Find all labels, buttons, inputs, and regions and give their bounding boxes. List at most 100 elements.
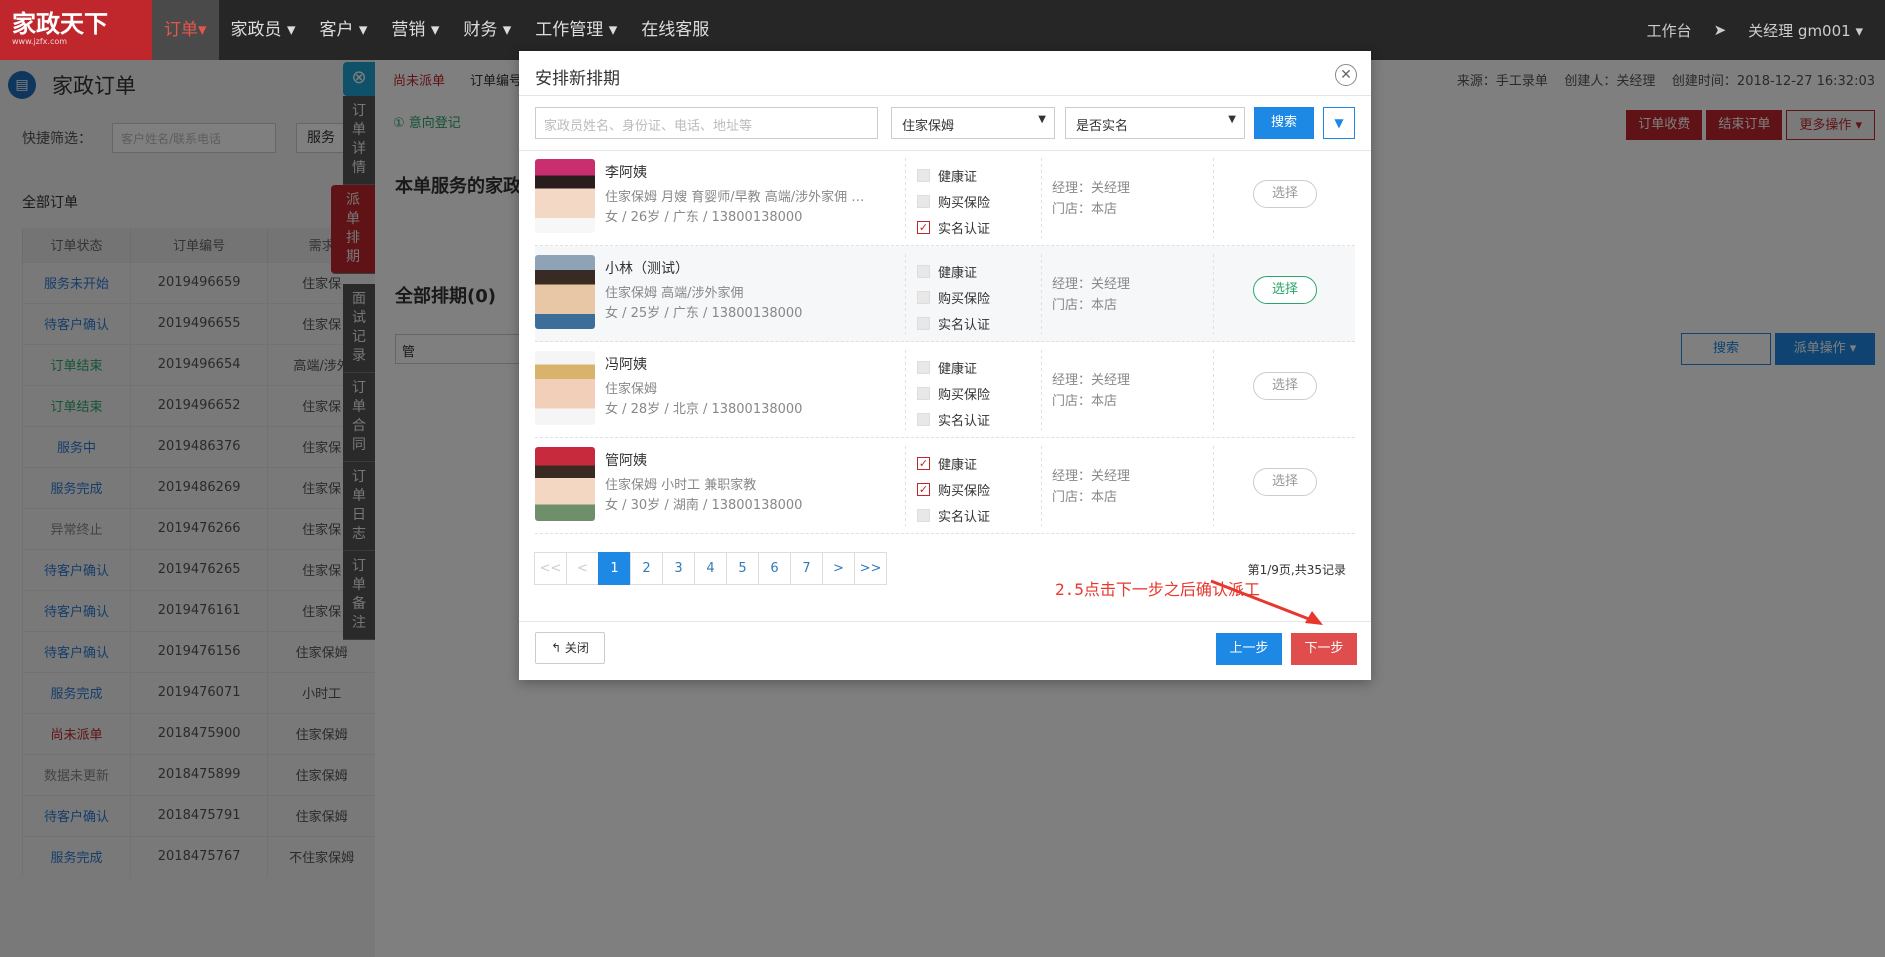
next-step-button[interactable]: 下一步 bbox=[1291, 633, 1357, 665]
divider bbox=[1213, 158, 1214, 238]
page-button[interactable]: 1 bbox=[598, 552, 631, 585]
modal-title: 安排新排期 bbox=[535, 69, 620, 89]
advanced-filter-toggle[interactable]: ▼ bbox=[1323, 107, 1355, 139]
select-worker-button[interactable]: 选择 bbox=[1253, 276, 1317, 304]
worker-service-tags: 住家保姆 高端/涉外家佣 bbox=[605, 286, 744, 301]
checkbox-icon[interactable]: ✓ bbox=[917, 482, 930, 496]
divider bbox=[1041, 350, 1042, 430]
page-button[interactable]: 5 bbox=[726, 552, 759, 585]
checkbox-icon[interactable] bbox=[917, 316, 930, 330]
worker-avatar bbox=[535, 447, 595, 521]
close-icon[interactable]: ✕ bbox=[1335, 64, 1357, 86]
certification-checks: 健康证购买保险 ✓ 实名认证 bbox=[917, 162, 990, 240]
manager-name: 经理：关经理 bbox=[1052, 469, 1131, 484]
page-button[interactable]: > bbox=[822, 552, 855, 585]
divider bbox=[905, 446, 906, 526]
checkbox-icon[interactable] bbox=[917, 194, 930, 208]
divider bbox=[905, 350, 906, 430]
worker-name: 小林（测试） bbox=[605, 261, 689, 277]
worker-name: 冯阿姨 bbox=[605, 357, 647, 373]
service-type-select[interactable]: 住家保姆 ▼ bbox=[891, 107, 1055, 139]
divider bbox=[1213, 254, 1214, 334]
nav-finance[interactable]: 财务 ▾ bbox=[451, 0, 523, 60]
page-button[interactable]: 4 bbox=[694, 552, 727, 585]
checkbox-icon[interactable]: ✓ bbox=[917, 220, 930, 234]
worker-info: 女 / 30岁 / 湖南 / 13800138000 bbox=[605, 498, 803, 513]
page-button[interactable]: 3 bbox=[662, 552, 695, 585]
cert-label: 健康证 bbox=[938, 169, 978, 185]
service-type-value: 住家保姆 bbox=[902, 119, 955, 134]
cert-label: 健康证 bbox=[938, 457, 978, 473]
worker-search-button[interactable]: 搜索 bbox=[1254, 107, 1314, 139]
checkbox-icon[interactable] bbox=[917, 360, 930, 374]
cert-checkbox[interactable]: ✓ 健康证 bbox=[917, 450, 990, 476]
workbench-link[interactable]: 工作台 bbox=[1647, 20, 1692, 41]
cert-label: 健康证 bbox=[938, 361, 978, 377]
worker-search-input[interactable]: 家政员姓名、身份证、电话、地址等 bbox=[535, 107, 878, 139]
nav-marketing[interactable]: 营销 ▾ bbox=[379, 0, 451, 60]
modal-pagination: << <1 2 3 4 5 6 7 > >> bbox=[534, 552, 887, 585]
divider bbox=[1041, 158, 1042, 238]
cert-checkbox[interactable]: 健康证 bbox=[917, 162, 990, 188]
store-name: 门店：本店 bbox=[1052, 202, 1118, 217]
checkbox-icon[interactable] bbox=[917, 508, 930, 522]
page-button[interactable]: 2 bbox=[630, 552, 663, 585]
cert-checkbox[interactable]: 购买保险 bbox=[917, 380, 990, 406]
chevron-down-icon: ▼ bbox=[1334, 116, 1344, 130]
worker-avatar bbox=[535, 159, 595, 233]
page-button[interactable]: << bbox=[534, 552, 567, 585]
annotation-arrow bbox=[1210, 579, 1323, 625]
checkbox-icon[interactable] bbox=[917, 290, 930, 304]
checkbox-icon[interactable] bbox=[917, 168, 930, 182]
certification-checks: 健康证购买保险 实名认证 bbox=[917, 354, 990, 432]
manager-name: 经理：关经理 bbox=[1052, 373, 1131, 388]
user-menu[interactable]: 关经理 gm001 ▾ bbox=[1748, 20, 1863, 41]
cert-checkbox[interactable]: 健康证 bbox=[917, 258, 990, 284]
page-button[interactable]: < bbox=[566, 552, 599, 585]
page-button[interactable]: >> bbox=[854, 552, 887, 585]
worker-service-tags: 住家保姆 bbox=[605, 382, 658, 397]
send-icon[interactable]: ➤ bbox=[1714, 21, 1727, 39]
cert-checkbox[interactable]: ✓ 实名认证 bbox=[917, 214, 990, 240]
modal-close-button[interactable]: ↰ 关闭 bbox=[535, 632, 605, 664]
cert-checkbox[interactable]: 实名认证 bbox=[917, 310, 990, 336]
checkbox-icon[interactable] bbox=[917, 412, 930, 426]
select-worker-button[interactable]: 选择 bbox=[1253, 180, 1317, 208]
checkbox-icon[interactable]: ✓ bbox=[917, 456, 930, 470]
worker-info: 女 / 26岁 / 广东 / 13800138000 bbox=[605, 210, 803, 225]
page-info: 第1/9页,共35记录 bbox=[1247, 563, 1346, 577]
real-name-select[interactable]: 是否实名 ▼ bbox=[1065, 107, 1245, 139]
nav-orders[interactable]: 订单▾ bbox=[152, 0, 219, 60]
worker-avatar bbox=[535, 255, 595, 329]
top-right: 工作台 ➤ 关经理 gm001 ▾ bbox=[1647, 0, 1885, 60]
worker-name: 李阿姨 bbox=[605, 165, 647, 181]
store-name: 门店：本店 bbox=[1052, 298, 1118, 313]
worker-service-tags: 住家保姆 月嫂 育婴师/早教 高端/涉外家佣 小时工 bbox=[605, 190, 875, 205]
divider bbox=[905, 158, 906, 238]
checkbox-icon[interactable] bbox=[917, 386, 930, 400]
select-worker-button[interactable]: 选择 bbox=[1253, 468, 1317, 496]
nav-customers[interactable]: 客户 ▾ bbox=[307, 0, 379, 60]
cert-checkbox[interactable]: 购买保险 bbox=[917, 188, 990, 214]
worker-row: 李阿姨住家保姆 月嫂 育婴师/早教 高端/涉外家佣 小时工女 / 26岁 / 广… bbox=[535, 150, 1355, 246]
cert-checkbox[interactable]: 购买保险 bbox=[917, 284, 990, 310]
logo[interactable]: 家政天下 www.jzfx.com bbox=[0, 0, 152, 60]
certification-checks: ✓ 健康证 ✓ 购买保险实名认证 bbox=[917, 450, 990, 528]
cert-checkbox[interactable]: ✓ 购买保险 bbox=[917, 476, 990, 502]
cert-label: 实名认证 bbox=[938, 509, 991, 525]
page-button[interactable]: 7 bbox=[790, 552, 823, 585]
page-button[interactable]: 6 bbox=[758, 552, 791, 585]
worker-manager: 经理：关经理 门店：本店 bbox=[1052, 274, 1130, 316]
cert-checkbox[interactable]: 健康证 bbox=[917, 354, 990, 380]
nav-workers[interactable]: 家政员 ▾ bbox=[219, 0, 308, 60]
cert-checkbox[interactable]: 实名认证 bbox=[917, 406, 990, 432]
checkbox-icon[interactable] bbox=[917, 264, 930, 278]
worker-service-tags: 住家保姆 小时工 兼职家教 bbox=[605, 478, 757, 493]
worker-list: 李阿姨住家保姆 月嫂 育婴师/早教 高端/涉外家佣 小时工女 / 26岁 / 广… bbox=[535, 150, 1355, 534]
real-name-value: 是否实名 bbox=[1076, 119, 1129, 134]
divider bbox=[519, 95, 1371, 96]
cert-label: 实名认证 bbox=[938, 317, 991, 333]
select-worker-button[interactable]: 选择 bbox=[1253, 372, 1317, 400]
cert-checkbox[interactable]: 实名认证 bbox=[917, 502, 990, 528]
prev-step-button[interactable]: 上一步 bbox=[1216, 633, 1282, 665]
